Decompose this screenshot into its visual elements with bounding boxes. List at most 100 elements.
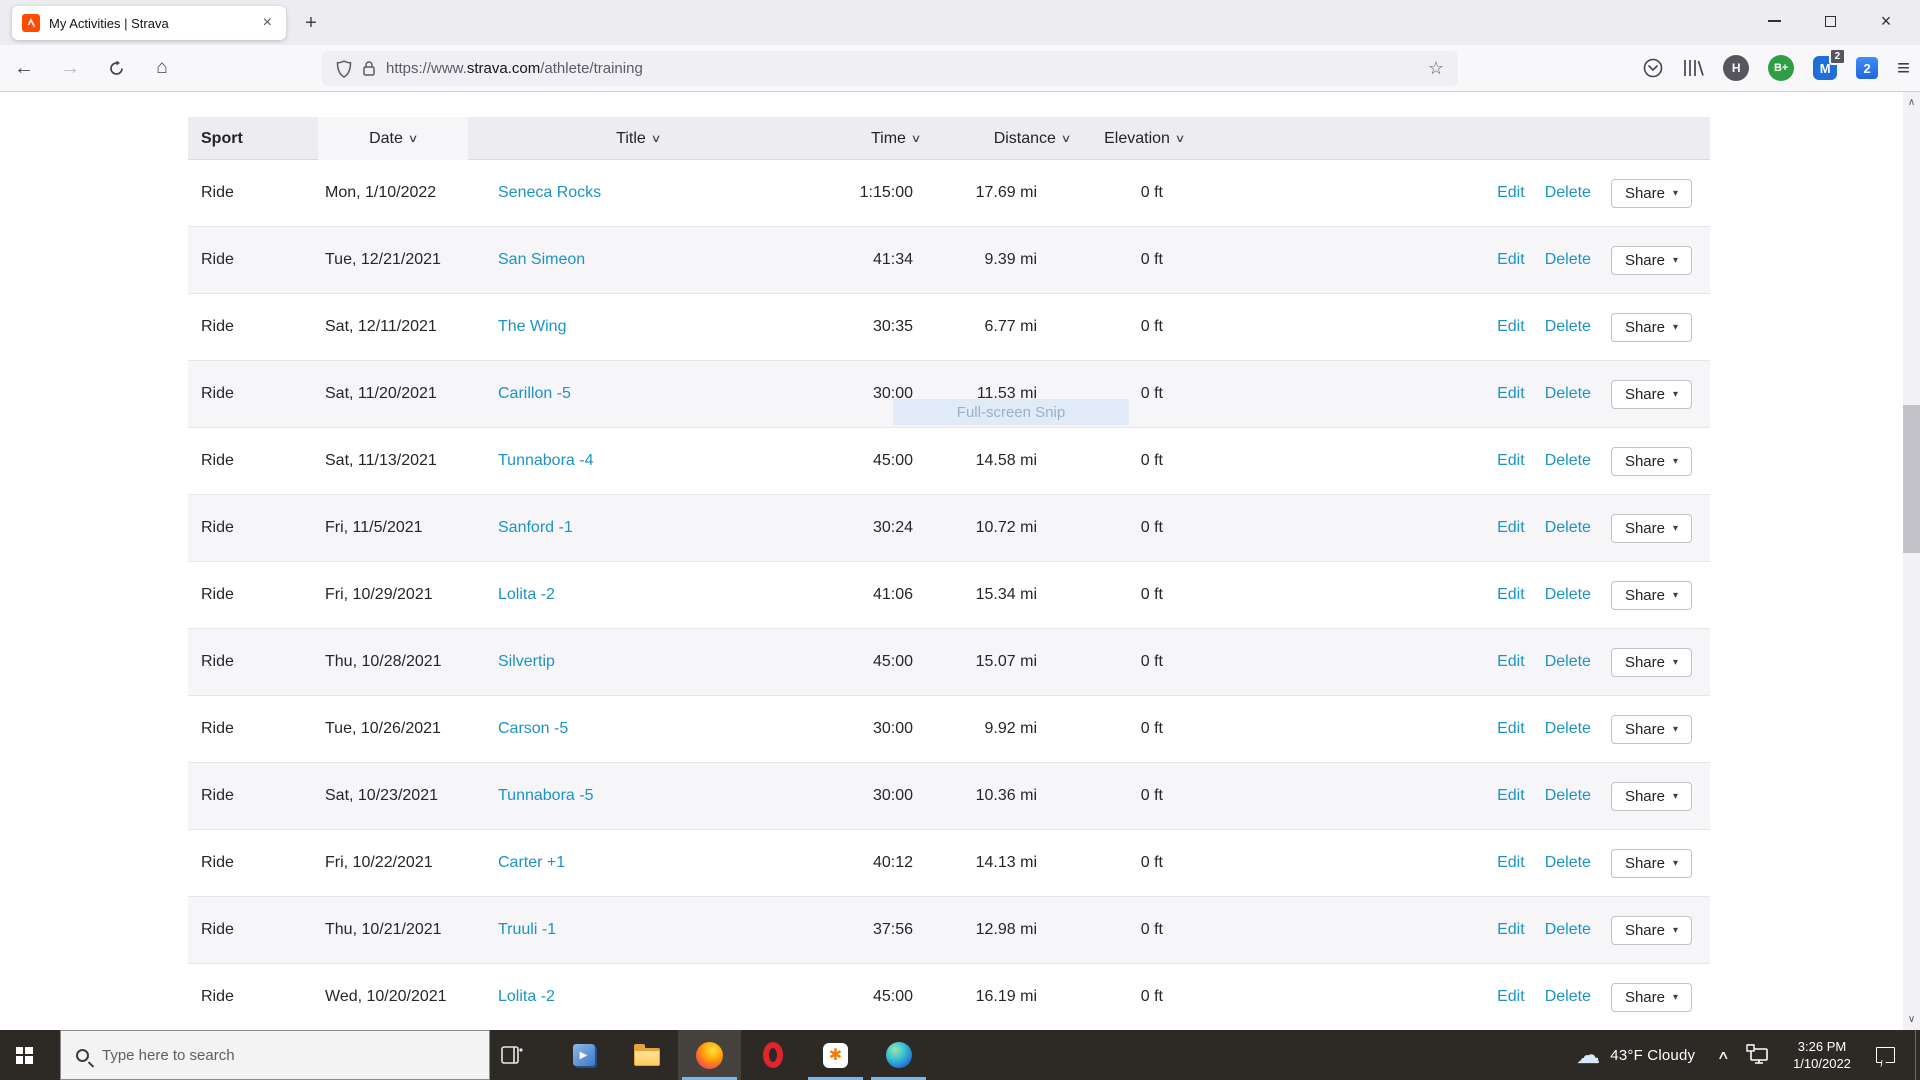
column-header[interactable]: Date ∨ <box>318 117 468 160</box>
share-button[interactable]: Share ▾ <box>1610 714 1692 744</box>
start-button[interactable] <box>0 1030 48 1080</box>
share-button[interactable]: Share ▾ <box>1610 647 1692 677</box>
share-button[interactable]: Share ▾ <box>1610 781 1692 811</box>
delete-link[interactable]: Delete <box>1545 586 1591 604</box>
activity-title-link[interactable]: Sanford -1 <box>498 519 573 536</box>
delete-link[interactable]: Delete <box>1545 720 1591 738</box>
home-button[interactable]: ⌂ <box>146 52 178 84</box>
column-header[interactable]: Distance ∨ <box>953 117 1078 160</box>
share-button[interactable]: Share ▾ <box>1610 178 1692 208</box>
avast-app-button[interactable]: ✱ <box>804 1030 867 1080</box>
url-bar[interactable]: https://www.strava.com/athlete/training … <box>322 51 1458 86</box>
activity-title-link[interactable]: San Simeon <box>498 251 585 268</box>
library-icon[interactable] <box>1682 58 1704 78</box>
edit-link[interactable]: Edit <box>1497 586 1525 604</box>
malwarebytes-extension-icon[interactable]: M2 <box>1813 48 1847 80</box>
activity-title-link[interactable]: Carson -5 <box>498 720 568 737</box>
activity-title-link[interactable]: Truuli -1 <box>498 921 556 938</box>
page-scrollbar[interactable]: ∧ ∨ <box>1903 92 1920 1030</box>
weather-text[interactable]: 43°F Cloudy <box>1610 1047 1695 1064</box>
column-header[interactable]: Sport <box>188 117 318 160</box>
activity-title-link[interactable]: Lolita -2 <box>498 586 555 603</box>
edge-app-button[interactable] <box>867 1030 930 1080</box>
browser-tab[interactable]: My Activities | Strava × <box>12 6 286 40</box>
extension-2-icon[interactable]: 2 <box>1856 57 1879 79</box>
edit-link[interactable]: Edit <box>1497 385 1525 403</box>
share-button[interactable]: Share ▾ <box>1610 245 1692 275</box>
activity-title-link[interactable]: The Wing <box>498 318 566 335</box>
delete-link[interactable]: Delete <box>1545 921 1591 939</box>
share-button[interactable]: Share ▾ <box>1610 580 1692 610</box>
action-center-icon[interactable] <box>1876 1047 1895 1063</box>
task-view-button[interactable] <box>488 1030 536 1080</box>
delete-link[interactable]: Delete <box>1545 251 1591 269</box>
activity-title-link[interactable]: Carillon -5 <box>498 385 571 402</box>
share-button[interactable]: Share ▾ <box>1610 848 1692 878</box>
share-button[interactable]: Share ▾ <box>1610 915 1692 945</box>
tray-chevron-up-icon[interactable]: ∧ <box>1717 1048 1730 1062</box>
activity-title-link[interactable]: Carter +1 <box>498 854 565 871</box>
close-button[interactable]: × <box>1858 0 1914 42</box>
delete-link[interactable]: Delete <box>1545 318 1591 336</box>
movies-tv-app-button[interactable]: ▶ <box>552 1030 615 1080</box>
delete-link[interactable]: Delete <box>1545 385 1591 403</box>
scrollbar-thumb[interactable] <box>1903 405 1920 553</box>
delete-link[interactable]: Delete <box>1545 854 1591 872</box>
delete-link[interactable]: Delete <box>1545 988 1591 1006</box>
share-button[interactable]: Share ▾ <box>1610 379 1692 409</box>
delete-link[interactable]: Delete <box>1545 452 1591 470</box>
column-header[interactable]: Time ∨ <box>808 117 953 160</box>
reload-button[interactable] <box>100 52 132 84</box>
delete-link[interactable]: Delete <box>1545 184 1591 202</box>
extension-bplus-icon[interactable]: B+ <box>1768 55 1795 81</box>
edit-link[interactable]: Edit <box>1497 251 1525 269</box>
share-button[interactable]: Share ▾ <box>1610 513 1692 543</box>
forward-button[interactable]: → <box>54 52 86 84</box>
new-tab-button[interactable]: + <box>296 9 326 37</box>
activity-title-link[interactable]: Silvertip <box>498 653 555 670</box>
edit-link[interactable]: Edit <box>1497 318 1525 336</box>
activity-title-link[interactable]: Lolita -2 <box>498 988 555 1005</box>
opera-app-button[interactable] <box>741 1030 804 1080</box>
edit-link[interactable]: Edit <box>1497 184 1525 202</box>
lock-icon[interactable] <box>362 60 376 77</box>
show-desktop-button[interactable] <box>1915 1030 1920 1080</box>
column-header[interactable]: Title ∨ <box>468 117 808 160</box>
extension-h-icon[interactable]: H <box>1723 55 1750 81</box>
restore-button[interactable] <box>1802 0 1858 42</box>
delete-link[interactable]: Delete <box>1545 519 1591 537</box>
taskbar-clock[interactable]: 3:26 PM 1/10/2022 <box>1786 1038 1858 1072</box>
taskbar-search-box[interactable] <box>60 1030 490 1080</box>
network-icon[interactable] <box>1746 1044 1770 1066</box>
scroll-down-arrow-icon[interactable]: ∨ <box>1903 1011 1920 1028</box>
edit-link[interactable]: Edit <box>1497 854 1525 872</box>
minimize-button[interactable] <box>1746 0 1802 42</box>
column-header[interactable]: Elevation ∨ <box>1078 117 1190 160</box>
close-tab-icon[interactable]: × <box>259 13 276 33</box>
share-button[interactable]: Share ▾ <box>1610 312 1692 342</box>
edit-link[interactable]: Edit <box>1497 921 1525 939</box>
weather-cloud-icon[interactable]: ☁ <box>1576 1041 1600 1070</box>
hamburger-menu-icon[interactable]: ≡ <box>1897 55 1910 81</box>
back-button[interactable]: ← <box>8 52 40 84</box>
activity-title-link[interactable]: Tunnabora -4 <box>498 452 593 469</box>
shield-icon[interactable] <box>336 59 352 78</box>
file-explorer-app-button[interactable] <box>615 1030 678 1080</box>
edit-link[interactable]: Edit <box>1497 653 1525 671</box>
edit-link[interactable]: Edit <box>1497 787 1525 805</box>
share-button[interactable]: Share ▾ <box>1610 982 1692 1012</box>
url-text[interactable]: https://www.strava.com/athlete/training <box>386 60 643 77</box>
edit-link[interactable]: Edit <box>1497 519 1525 537</box>
firefox-app-button[interactable] <box>678 1030 741 1080</box>
search-input[interactable] <box>102 1046 442 1064</box>
activity-title-link[interactable]: Seneca Rocks <box>498 184 601 201</box>
scroll-up-arrow-icon[interactable]: ∧ <box>1903 94 1920 111</box>
delete-link[interactable]: Delete <box>1545 653 1591 671</box>
edit-link[interactable]: Edit <box>1497 452 1525 470</box>
share-button[interactable]: Share ▾ <box>1610 446 1692 476</box>
edit-link[interactable]: Edit <box>1497 720 1525 738</box>
delete-link[interactable]: Delete <box>1545 787 1591 805</box>
activity-title-link[interactable]: Tunnabora -5 <box>498 787 593 804</box>
bookmark-star-icon[interactable]: ☆ <box>1428 58 1444 79</box>
pocket-icon[interactable] <box>1643 58 1663 78</box>
